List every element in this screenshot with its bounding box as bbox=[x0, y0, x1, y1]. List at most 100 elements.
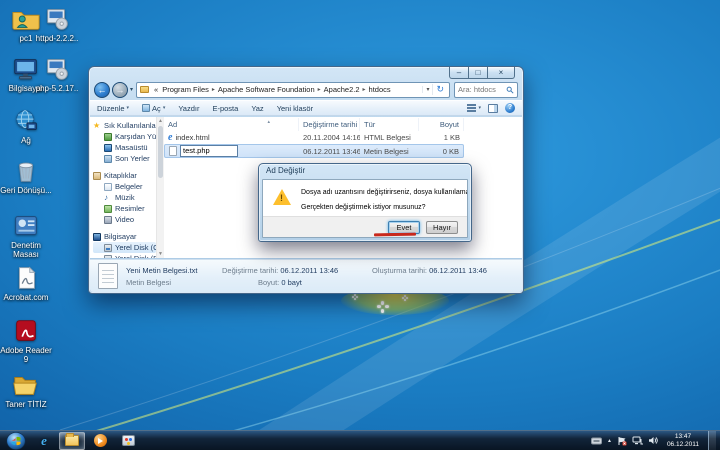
menu-ac[interactable]: Aç ▾ bbox=[142, 104, 165, 113]
taskbar-explorer-button[interactable] bbox=[59, 432, 85, 450]
maximize-button[interactable]: □ bbox=[468, 67, 488, 79]
rename-confirm-dialog: Ad Değiştir Dosya adı uzantısını değişti… bbox=[258, 163, 472, 242]
desktop-icon-recycle-bin[interactable]: Geri Dönüşü... bbox=[0, 158, 52, 195]
sidebar-item-disk-d[interactable]: Yerel Disk (D:) bbox=[93, 253, 156, 258]
details-size-label: Boyut: bbox=[258, 278, 279, 287]
text-document-icon bbox=[98, 263, 118, 289]
minimize-button[interactable]: – bbox=[449, 67, 469, 79]
acrobat-document-icon bbox=[10, 265, 42, 291]
scrollbar-thumb[interactable] bbox=[158, 126, 163, 178]
address-bar[interactable]: « Program Files ▸ Apache Software Founda… bbox=[136, 82, 450, 98]
sidebar-item-desktop[interactable]: Masaüstü bbox=[93, 142, 156, 153]
file-size: 1 KB bbox=[419, 133, 464, 142]
desktop-icon-php-installer[interactable]: php-5.2.17.. bbox=[31, 56, 83, 93]
dropdown-caret-icon: ▾ bbox=[127, 105, 130, 111]
start-button[interactable] bbox=[6, 432, 26, 450]
taskbar-clock[interactable]: 13:47 06.12.2011 bbox=[663, 433, 703, 448]
yes-button[interactable]: Evet bbox=[388, 221, 420, 234]
network-globe-icon bbox=[10, 108, 42, 134]
show-hidden-icons-button[interactable]: ▲ bbox=[607, 438, 612, 444]
desktop-icon-network[interactable]: Ağ bbox=[0, 108, 52, 145]
show-desktop-button[interactable] bbox=[708, 431, 716, 450]
desktop-icon-adobe-reader[interactable]: Adobe Reader 9 bbox=[0, 318, 52, 364]
refresh-icon[interactable]: ↻ bbox=[432, 84, 447, 95]
back-button[interactable]: ← bbox=[94, 82, 110, 98]
desktop-icon-taner-folder[interactable]: Taner TİTİZ bbox=[0, 372, 52, 409]
sidebar-group-favorites[interactable]: ★ Sık Kullanılanlar bbox=[93, 120, 156, 131]
sidebar-item-pictures[interactable]: Resimler bbox=[93, 203, 156, 214]
file-size: 0 KB bbox=[418, 147, 463, 156]
network-tray-icon[interactable] bbox=[632, 436, 643, 445]
details-created-label: Oluşturma tarihi: bbox=[372, 266, 427, 275]
file-row-index-html[interactable]: e index.html 20.11.2004 14:16 HTML Belge… bbox=[164, 131, 520, 144]
window-controls: – □ × bbox=[450, 67, 515, 79]
details-modified-label: Değiştirme tarihi: bbox=[222, 266, 278, 275]
details-created-value: 06.12.2011 13:46 bbox=[429, 266, 487, 275]
taskbar-ie-button[interactable]: e bbox=[31, 432, 57, 450]
history-dropdown-icon[interactable]: ▾ bbox=[130, 86, 133, 93]
breadcrumb-item[interactable]: Program Files bbox=[160, 85, 211, 94]
scroll-up-icon[interactable]: ▲ bbox=[157, 118, 164, 124]
libraries-icon bbox=[93, 172, 101, 180]
column-header-type[interactable]: Tür bbox=[360, 118, 419, 131]
sidebar-item-recent[interactable]: Son Yerler bbox=[93, 153, 156, 164]
sidebar-group-computer[interactable]: Bilgisayar bbox=[93, 231, 156, 242]
desktop-icon-control-panel[interactable]: Denetim Masası bbox=[0, 213, 52, 259]
close-button[interactable]: × bbox=[487, 67, 515, 79]
volume-tray-icon[interactable] bbox=[648, 436, 658, 445]
menu-yazdir[interactable]: Yazdır bbox=[178, 104, 199, 113]
file-row-test-php[interactable]: test.php 06.12.2011 13:46 Metin Belgesi … bbox=[164, 144, 464, 158]
search-input[interactable]: Ara: htdocs bbox=[454, 82, 518, 98]
device-tray-icon[interactable] bbox=[591, 437, 602, 445]
taskbar: e ▲ 13:47 06.12.2011 bbox=[0, 430, 720, 450]
system-tray: ▲ 13:47 06.12.2011 bbox=[591, 431, 720, 450]
desktop-icon-label: php-5.2.17.. bbox=[36, 84, 79, 93]
dialog-footer: Evet Hayır bbox=[263, 216, 467, 237]
sidebar-item-videos[interactable]: Video bbox=[93, 214, 156, 225]
warning-icon bbox=[273, 189, 291, 205]
details-modified-value: 06.12.2011 13:46 bbox=[280, 266, 338, 275]
videos-icon bbox=[104, 216, 112, 224]
rename-edit-field[interactable]: test.php bbox=[180, 145, 238, 157]
taskbar-wmp-button[interactable] bbox=[87, 432, 113, 450]
address-dropdown-icon[interactable]: ▾ bbox=[422, 86, 432, 93]
column-header-modified[interactable]: Değiştirme tarihi bbox=[299, 118, 360, 131]
media-player-icon bbox=[94, 434, 107, 447]
breadcrumb-item[interactable]: Apache2.2 bbox=[322, 85, 362, 94]
file-modified: 06.12.2011 13:46 bbox=[299, 147, 360, 156]
desktop-icon-label: Adobe Reader 9 bbox=[0, 346, 52, 364]
no-button[interactable]: Hayır bbox=[426, 221, 458, 234]
sidebar-group-libraries[interactable]: Kitaplıklar bbox=[93, 170, 156, 181]
sidebar-scrollbar[interactable]: ▲ ▼ bbox=[156, 117, 164, 258]
html-file-icon: e bbox=[168, 133, 172, 142]
forward-button[interactable]: → bbox=[112, 82, 128, 98]
preview-pane-icon[interactable] bbox=[488, 104, 498, 113]
menu-yaz[interactable]: Yaz bbox=[251, 104, 263, 113]
breadcrumb-item[interactable]: Apache Software Foundation bbox=[216, 85, 317, 94]
breadcrumb-item[interactable]: htdocs bbox=[367, 85, 393, 94]
recycle-bin-icon bbox=[10, 158, 42, 184]
explorer-folder-icon bbox=[65, 435, 79, 446]
file-type: Metin Belgesi bbox=[360, 147, 419, 156]
desktop-icon-label: Geri Dönüşü... bbox=[0, 186, 52, 195]
sidebar-item-downloads[interactable]: Karşıdan Yüklem bbox=[93, 131, 156, 142]
desktop-icon-httpd-installer[interactable]: httpd-2.2.2.. bbox=[31, 6, 83, 43]
command-bar: Düzenle ▾ Aç ▾ Yazdır E-posta Yaz Yeni k… bbox=[90, 100, 522, 116]
action-center-flag-icon[interactable] bbox=[617, 436, 627, 446]
scroll-down-icon[interactable]: ▼ bbox=[157, 251, 164, 257]
menu-duzenle[interactable]: Düzenle ▾ bbox=[97, 104, 129, 113]
desktop-icon-acrobat-com[interactable]: Acrobat.com bbox=[0, 265, 52, 302]
internet-explorer-icon: e bbox=[41, 433, 47, 449]
views-button[interactable]: ▾ bbox=[467, 103, 481, 114]
sidebar-item-documents[interactable]: Belgeler bbox=[93, 181, 156, 192]
text-file-icon bbox=[169, 146, 177, 156]
dropdown-caret-icon: ▾ bbox=[163, 105, 166, 111]
taskbar-paint-button[interactable] bbox=[115, 432, 141, 450]
sidebar-item-music[interactable]: ♪Müzik bbox=[93, 192, 156, 203]
column-header-name[interactable]: Ad ▴ bbox=[164, 118, 299, 131]
column-header-size[interactable]: Boyut bbox=[419, 118, 464, 131]
sidebar-item-disk-c[interactable]: Yerel Disk (C:) bbox=[93, 242, 156, 253]
help-icon[interactable]: ? bbox=[505, 103, 515, 113]
menu-eposta[interactable]: E-posta bbox=[212, 104, 238, 113]
new-folder-button[interactable]: Yeni klasör bbox=[277, 104, 313, 113]
